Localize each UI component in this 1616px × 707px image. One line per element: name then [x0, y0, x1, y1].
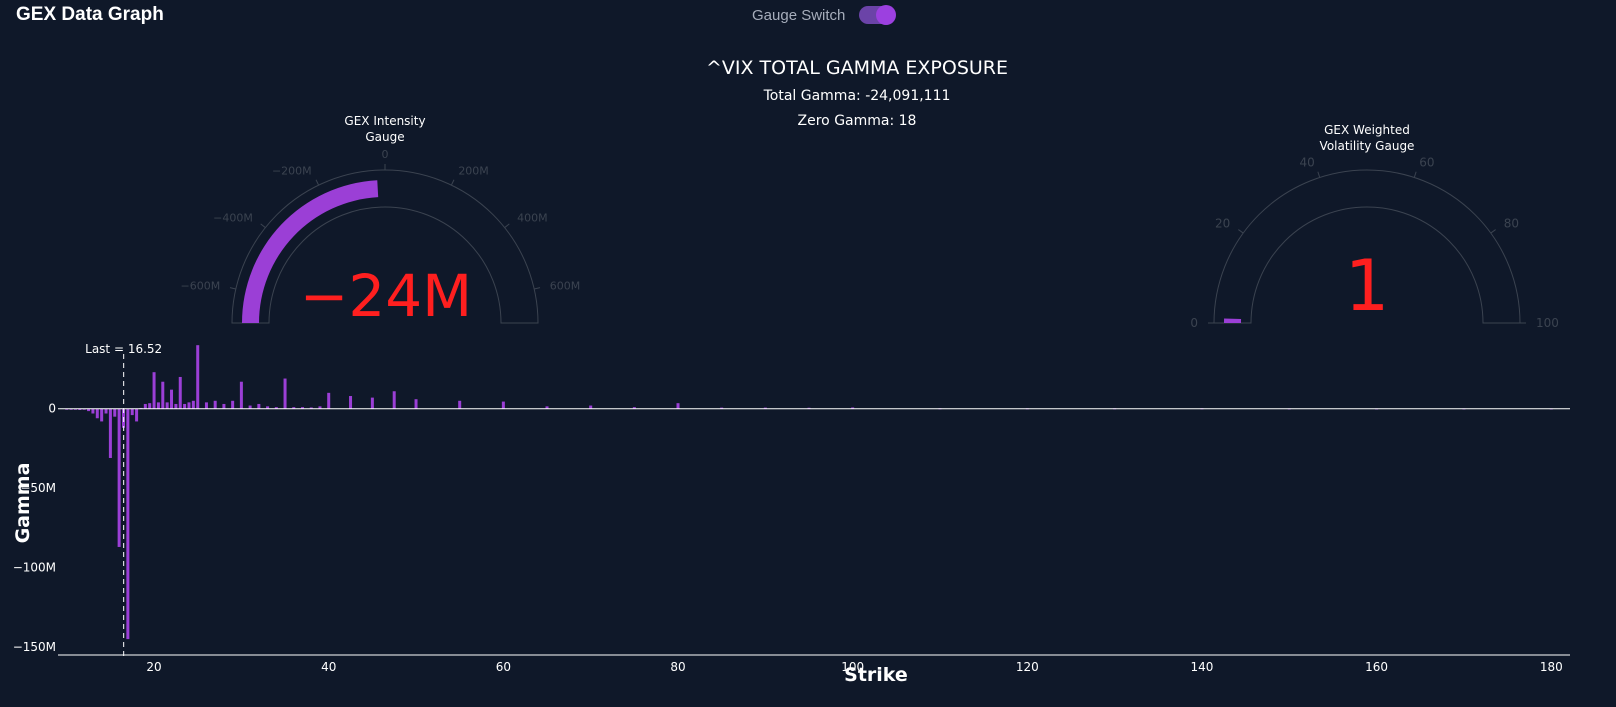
- gex-volatility-gauge: GEX Weighted Volatility Gauge 0 20 40 60 80 1…: [1190, 123, 1559, 330]
- volatility-gauge-tick-3: [1413, 171, 1417, 178]
- gamma-bar-24: [170, 389, 174, 409]
- gamma-bar-55: [676, 403, 680, 409]
- gamma-bar-7: [95, 408, 99, 419]
- gamma-bar-29: [191, 400, 195, 409]
- gamma-bar-32: [213, 400, 217, 409]
- intensity-gauge-tick-2: [315, 179, 320, 186]
- gamma-bar-10: [108, 408, 112, 458]
- intensity-gauge-title-line2: Gauge: [365, 130, 404, 144]
- volatility-gauge-value-bar: [1224, 318, 1242, 323]
- intensity-gauge-tick-label-3: 0: [382, 148, 389, 161]
- x-tick-label-0: 20: [146, 660, 161, 674]
- gamma-bar-47: [370, 397, 374, 409]
- gamma-bar-15: [130, 408, 134, 416]
- last-price-label: Last = 16.52: [85, 342, 162, 356]
- gamma-bar-21: [156, 402, 160, 409]
- y-axis-title: Gamma: [12, 463, 34, 544]
- gex-chart: ^VIX TOTAL GAMMA EXPOSURE Total Gamma: -…: [12, 57, 1570, 686]
- gamma-bar-34: [231, 400, 235, 409]
- gamma-bar-51: [501, 401, 505, 409]
- x-tick-label-2: 60: [496, 660, 511, 674]
- intensity-gauge-tick-1: [260, 223, 266, 228]
- x-tick-label-8: 180: [1540, 660, 1563, 674]
- gamma-bar-20: [152, 372, 156, 409]
- intensity-gauge-tick-label-2: −200M: [272, 165, 312, 178]
- volatility-gauge-tick-label-0: 0: [1190, 316, 1198, 330]
- gamma-bar-33: [222, 403, 226, 409]
- intensity-gauge-tick-0: [229, 287, 236, 290]
- gamma-bar-12: [117, 408, 121, 547]
- gamma-bar-chart: 20 40 60 80 100 120 140 160 180 0−50M−100M−150M …: [12, 342, 1570, 686]
- x-tick-label-1: 40: [321, 660, 336, 674]
- gex-intensity-gauge: GEX Intensity Gauge −600M −400M −200M 0 200M…: [181, 114, 581, 330]
- intensity-gauge-tick-label-6: 600M: [550, 279, 581, 292]
- gamma-bar-19: [148, 403, 152, 409]
- intensity-gauge-tick-label-1: −400M: [213, 212, 253, 225]
- volatility-gauge-tick-label-3: 60: [1419, 155, 1434, 169]
- volatility-gauge-value: 1: [1345, 245, 1390, 327]
- gamma-bar-9: [104, 408, 108, 414]
- gamma-bar-31: [204, 402, 208, 409]
- volatility-gauge-title-line1: GEX Weighted: [1324, 123, 1410, 137]
- gamma-bar-30: [196, 345, 200, 409]
- gamma-bar-6: [91, 408, 95, 414]
- gamma-bar-48: [392, 391, 396, 409]
- gamma-bar-28: [187, 402, 191, 409]
- gamma-bar-22: [161, 381, 165, 409]
- y-tick-label-2: −100M: [13, 561, 56, 575]
- intensity-gauge-tick-label-4: 200M: [458, 165, 489, 178]
- x-tick-label-7: 160: [1365, 660, 1388, 674]
- chart-title: ^VIX TOTAL GAMMA EXPOSURE: [706, 57, 1008, 79]
- y-tick-label-0: 0: [48, 402, 56, 416]
- volatility-gauge-tick-2: [1317, 171, 1321, 178]
- gamma-bar-40: [283, 378, 287, 409]
- x-tick-label-5: 120: [1016, 660, 1039, 674]
- gamma-bar-45: [327, 392, 331, 409]
- gamma-bar-26: [178, 376, 182, 409]
- volatility-gauge-tick-1: [1238, 229, 1244, 234]
- volatility-gauge-tick-label-4: 80: [1504, 217, 1519, 231]
- intensity-gauge-tick-label-5: 400M: [517, 212, 548, 225]
- intensity-gauge-tick-6: [534, 287, 541, 290]
- gamma-bar-14: [126, 408, 130, 640]
- gamma-bars: [65, 345, 1553, 640]
- gamma-bar-18: [143, 403, 147, 409]
- gamma-bar-46: [349, 396, 353, 409]
- x-tick-label-3: 80: [670, 660, 685, 674]
- y-tick-label-3: −150M: [13, 640, 56, 654]
- x-tick-label-6: 140: [1191, 660, 1214, 674]
- intensity-gauge-tick-5: [504, 223, 510, 228]
- x-axis: 20 40 60 80 100 120 140 160 180: [58, 408, 1570, 674]
- gamma-bar-11: [113, 408, 117, 417]
- total-gamma-text: Total Gamma: -24,091,111: [763, 88, 951, 104]
- gamma-bar-50: [458, 400, 462, 409]
- volatility-gauge-title-line2: Volatility Gauge: [1320, 139, 1415, 153]
- gamma-bar-8: [100, 408, 104, 422]
- volatility-gauge-tick-label-1: 20: [1215, 217, 1230, 231]
- gamma-bar-23: [165, 402, 169, 409]
- volatility-gauge-tick-4: [1490, 229, 1496, 234]
- volatility-gauge-tick-label-2: 40: [1299, 155, 1314, 169]
- intensity-gauge-title-line1: GEX Intensity: [344, 114, 425, 128]
- gamma-bar-49: [414, 399, 418, 409]
- intensity-gauge-value: −24M: [300, 262, 472, 330]
- intensity-gauge-tick-4: [450, 179, 455, 186]
- zero-gamma-text: Zero Gamma: 18: [798, 113, 917, 129]
- gamma-bar-35: [239, 381, 243, 409]
- volatility-gauge-tick-label-5: 100: [1536, 316, 1559, 330]
- gamma-bar-27: [183, 403, 187, 409]
- gamma-bar-16: [135, 408, 139, 422]
- x-axis-title: Strike: [844, 664, 908, 686]
- intensity-gauge-tick-label-0: −600M: [181, 279, 221, 292]
- gamma-bar-25: [174, 403, 178, 409]
- gamma-bar-37: [257, 403, 261, 409]
